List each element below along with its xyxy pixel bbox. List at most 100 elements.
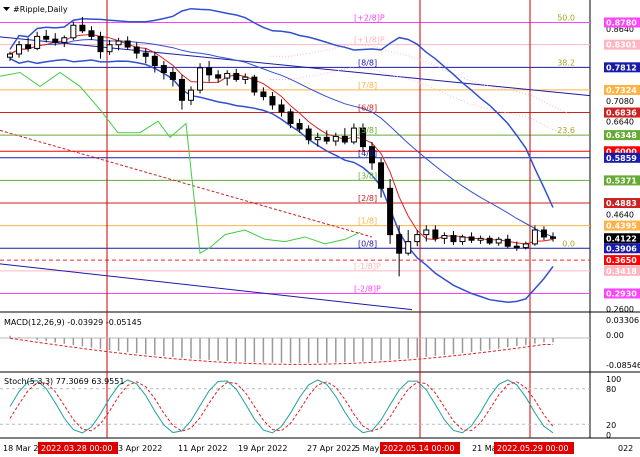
- candle-body: [260, 91, 267, 98]
- fib-label: 23.6: [557, 126, 575, 135]
- price-tag: 0.4883: [604, 198, 640, 209]
- murrey-label: [2/8]: [358, 194, 377, 203]
- symbol-title: #Ripple,Daily: [13, 5, 68, 14]
- fib-label: 50.0: [557, 13, 575, 22]
- price-tag-text: 0.3906: [606, 244, 637, 253]
- time-label: 19 Apr 2022: [238, 444, 287, 453]
- macd-axis-label: 0.00: [606, 331, 624, 340]
- candle-body: [61, 37, 68, 43]
- candle-body: [341, 135, 348, 143]
- price-tag-text: 0.8780: [606, 18, 637, 27]
- candle-body: [296, 122, 303, 130]
- murrey-label: [6/8]: [358, 104, 377, 113]
- price-tag: 0.3906: [604, 243, 640, 254]
- time-label: 3 Apr 2022: [118, 444, 162, 453]
- price-tag-text: 0.5371: [606, 176, 637, 185]
- price-tag-text: 0.6348: [606, 131, 637, 140]
- candle-body: [278, 104, 285, 113]
- candle-body: [178, 78, 185, 101]
- price-tag: 0.2930: [604, 288, 640, 299]
- price-tag: 0.6836: [604, 107, 640, 118]
- candle-body: [160, 65, 167, 74]
- candle-body: [287, 111, 294, 124]
- time-highlight: 2022.05.14 00:00: [380, 442, 460, 454]
- price-tag-text: 0.6836: [606, 109, 637, 118]
- candle-body: [124, 40, 131, 48]
- candle-body: [97, 35, 104, 53]
- candle-body: [550, 236, 556, 239]
- candle-body: [432, 229, 439, 239]
- stoch-axis-label: 20: [606, 421, 616, 430]
- price-tag-text: 0.7324: [606, 86, 637, 95]
- murrey-label: [-2/8]P: [354, 284, 381, 293]
- murrey-label: [-1/8]P: [354, 262, 381, 271]
- price-tag: 0.5371: [604, 175, 640, 186]
- price-tag: 0.8301: [604, 39, 640, 50]
- candle-body: [378, 162, 385, 189]
- candle-body: [106, 44, 113, 53]
- candle-body: [423, 229, 430, 236]
- candle-body: [441, 235, 448, 239]
- candle-body: [7, 53, 13, 58]
- price-label: 0.6640: [606, 118, 634, 127]
- time-label: 27 Apr 2022: [307, 444, 356, 453]
- stoch-axis-label: 80: [606, 385, 616, 394]
- macd-label: MACD(12,26,9) -0.03929 -0.05145: [4, 318, 142, 327]
- price-tag: 0.7324: [604, 84, 640, 95]
- price-tag: 0.6348: [604, 130, 640, 141]
- stoch-axis-label: 100: [606, 375, 621, 384]
- price-label: 0.4640: [606, 210, 634, 219]
- price-tag-text: 0.4395: [606, 222, 637, 231]
- time-highlight-text: 2022.05.14 00:00: [383, 444, 454, 453]
- price-tag: 0.4395: [604, 220, 640, 231]
- time-label: 18 Mar 20: [3, 444, 44, 453]
- candle-body: [169, 72, 176, 80]
- candle-body: [34, 35, 41, 49]
- candle-body: [504, 238, 511, 247]
- price-tag-text: 0.3418: [606, 267, 637, 276]
- candle-body: [25, 44, 32, 49]
- chart-header[interactable]: #Ripple,Daily: [3, 5, 68, 14]
- time-label: 11 Apr 2022: [178, 444, 227, 453]
- candle-body: [540, 229, 547, 238]
- chart-window[interactable]: 0.87800.86400.83010.78120.73240.70800.68…: [0, 0, 640, 457]
- price-tag-text: 0.4883: [606, 199, 637, 208]
- time-label: 022: [618, 444, 633, 453]
- price-tag: 0.4122: [604, 233, 640, 244]
- candle-body: [486, 237, 493, 244]
- candle-body: [233, 72, 240, 80]
- candle-body: [197, 67, 204, 91]
- price-tag-text: 0.7812: [606, 63, 637, 72]
- candle-body: [468, 236, 475, 241]
- fib-label: 0.0: [562, 239, 575, 248]
- murrey-label: [3/8]: [358, 171, 377, 180]
- stoch-axis-label: 0: [606, 431, 611, 440]
- time-highlight-text: 2022.03.28 00:00: [41, 444, 112, 453]
- candle-body: [323, 136, 330, 142]
- candle-body: [405, 241, 412, 254]
- candle-body: [477, 237, 484, 241]
- fib-label: 38.2: [557, 58, 575, 67]
- time-highlight: 2022.03.28 00:00: [38, 442, 118, 454]
- candle-body: [305, 128, 312, 141]
- time-label: 21 Ma: [472, 444, 497, 453]
- price-tag: 0.3418: [604, 265, 640, 276]
- candle-body: [314, 136, 321, 141]
- price-label: 0.7080: [606, 97, 634, 106]
- price-tag: 0.7812: [604, 62, 640, 73]
- price-tag-text: 0.4122: [606, 234, 637, 243]
- murrey-label: [5/8]: [358, 126, 377, 135]
- price-tag-text: 0.2930: [606, 289, 637, 298]
- macd-axis-label: 0.03306: [606, 316, 639, 325]
- candle-body: [450, 235, 457, 243]
- macd-axis-label: -0.08546: [606, 361, 640, 370]
- candle: [197, 63, 204, 94]
- candle-body: [414, 234, 421, 243]
- candle-body: [459, 236, 466, 243]
- candle-body: [495, 238, 502, 244]
- candle-body: [350, 127, 357, 143]
- murrey-label: [8/8]: [358, 58, 377, 67]
- candle: [387, 179, 394, 244]
- candle-body: [531, 229, 538, 245]
- candle-body: [52, 38, 59, 43]
